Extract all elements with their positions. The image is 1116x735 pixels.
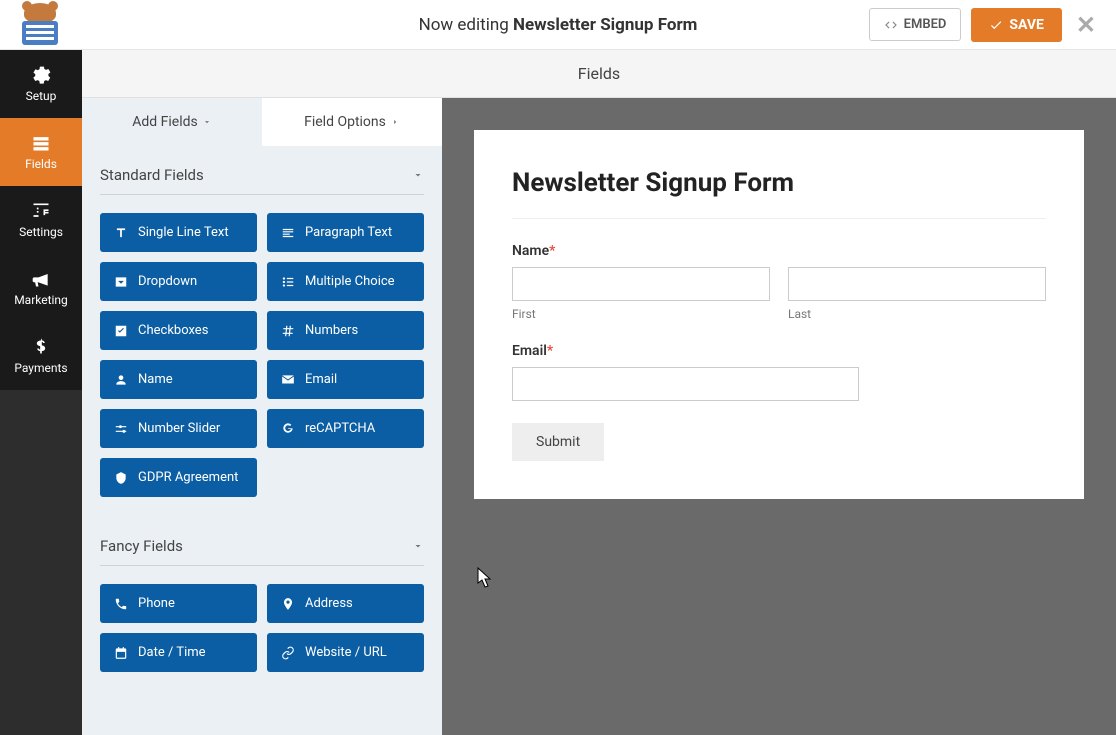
group-fancy-fields[interactable]: Fancy Fields (100, 517, 424, 566)
nav-settings[interactable]: Settings (0, 186, 82, 254)
first-sublabel: First (512, 307, 770, 321)
field-email[interactable]: Email (267, 360, 424, 399)
nav-fields[interactable]: Fields (0, 118, 82, 186)
chevron-down-icon (202, 117, 212, 127)
group-standard-fields[interactable]: Standard Fields (100, 146, 424, 195)
required-marker: * (547, 343, 553, 359)
bullhorn-icon (31, 269, 51, 289)
field-phone[interactable]: Phone (100, 584, 257, 623)
check-icon (989, 18, 1003, 32)
calendar-icon (114, 646, 128, 660)
field-multiple-choice[interactable]: Multiple Choice (267, 262, 424, 301)
check-square-icon (114, 324, 128, 338)
code-icon (884, 18, 898, 32)
field-gdpr[interactable]: GDPR Agreement (100, 458, 257, 497)
top-bar: Now editing Newsletter Signup Form EMBED… (0, 0, 1116, 50)
submit-button[interactable]: Submit (512, 423, 604, 461)
embed-button[interactable]: EMBED (869, 8, 962, 41)
preview-area: Newsletter Signup Form Name* First (442, 98, 1116, 735)
last-sublabel: Last (788, 307, 1046, 321)
chevron-down-icon (412, 540, 424, 552)
user-icon (114, 373, 128, 387)
phone-icon (114, 597, 128, 611)
shield-icon (114, 471, 128, 485)
paragraph-icon (281, 226, 295, 240)
field-recaptcha[interactable]: reCAPTCHA (267, 409, 424, 448)
nav-payments[interactable]: Payments (0, 322, 82, 390)
tab-field-options[interactable]: Field Options (262, 98, 442, 146)
field-number-slider[interactable]: Number Slider (100, 409, 257, 448)
envelope-icon (281, 373, 295, 387)
field-address[interactable]: Address (267, 584, 424, 623)
nav-marketing[interactable]: Marketing (0, 254, 82, 322)
close-icon[interactable]: ✕ (1072, 11, 1100, 39)
field-numbers[interactable]: Numbers (267, 311, 424, 350)
fields-panel: Add Fields Field Options Standard Fields (82, 98, 442, 735)
sliders-icon (114, 422, 128, 436)
name-label: Name* (512, 243, 1046, 259)
dropdown-icon (114, 275, 128, 289)
map-pin-icon (281, 597, 295, 611)
field-dropdown[interactable]: Dropdown (100, 262, 257, 301)
chevron-down-icon (412, 169, 424, 181)
app-logo[interactable] (16, 1, 64, 49)
hash-icon (281, 324, 295, 338)
field-website[interactable]: Website / URL (267, 633, 424, 672)
last-name-input[interactable] (788, 267, 1046, 301)
list-ul-icon (281, 275, 295, 289)
form-title: Newsletter Signup Form (512, 168, 1046, 219)
field-single-line-text[interactable]: Single Line Text (100, 213, 257, 252)
nav-setup[interactable]: Setup (0, 50, 82, 118)
section-header: Fields (82, 50, 1116, 98)
list-icon (31, 133, 51, 153)
first-name-input[interactable] (512, 267, 770, 301)
email-input[interactable] (512, 367, 859, 401)
gear-icon (31, 65, 51, 85)
email-label: Email* (512, 343, 1046, 359)
form-preview[interactable]: Newsletter Signup Form Name* First (474, 130, 1084, 499)
google-icon (281, 422, 295, 436)
link-icon (281, 646, 295, 660)
field-name[interactable]: Name (100, 360, 257, 399)
field-paragraph-text[interactable]: Paragraph Text (267, 213, 424, 252)
field-checkboxes[interactable]: Checkboxes (100, 311, 257, 350)
tab-add-fields[interactable]: Add Fields (82, 98, 262, 146)
field-datetime[interactable]: Date / Time (100, 633, 257, 672)
editing-title: Now editing Newsletter Signup Form (419, 15, 698, 35)
text-icon (114, 226, 128, 240)
dollar-icon (31, 337, 51, 357)
chevron-right-icon (390, 117, 400, 127)
sliders-icon (31, 201, 51, 221)
save-button[interactable]: SAVE (971, 8, 1062, 42)
required-marker: * (549, 243, 555, 259)
left-nav: Setup Fields Settings Marketing Payments (0, 50, 82, 735)
